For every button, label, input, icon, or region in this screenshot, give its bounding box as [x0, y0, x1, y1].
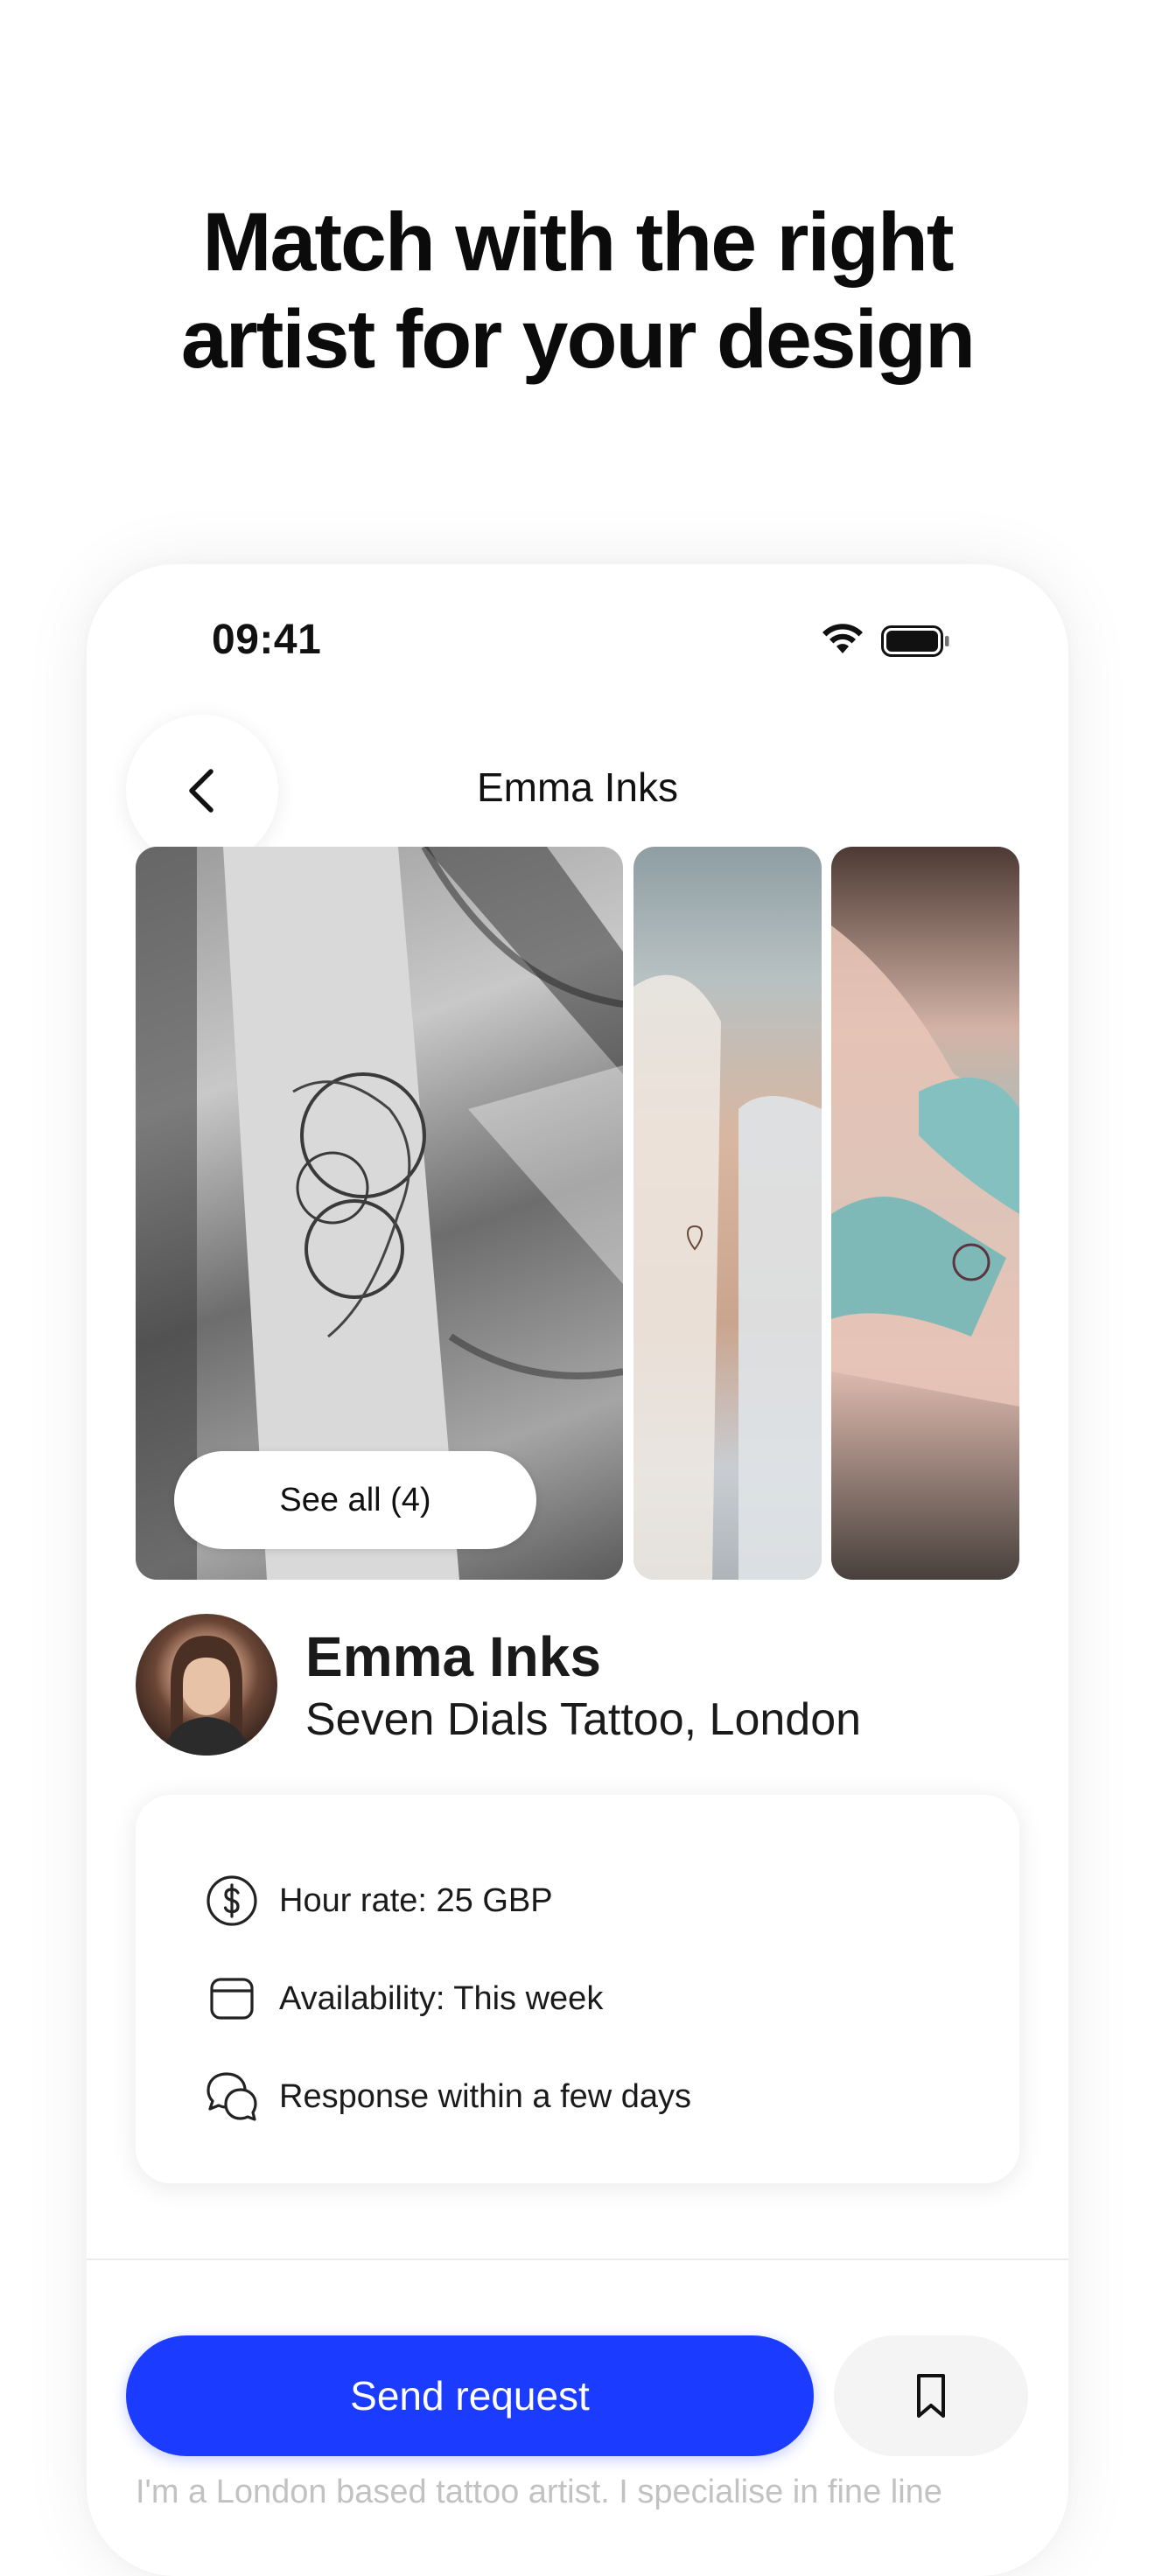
info-row-response: Response within a few days — [204, 2062, 691, 2132]
info-row-rate: Hour rate: 25 GBP — [204, 1866, 553, 1936]
divider — [87, 2258, 1068, 2260]
headline-line-1: Match with the right — [202, 196, 954, 289]
gallery-photo-2[interactable] — [634, 847, 822, 1580]
status-time: 09:41 — [212, 617, 322, 663]
headline-line-2: artist for your design — [180, 293, 976, 386]
info-availability-text: Availability: This week — [279, 1979, 604, 2017]
info-card: Hour rate: 25 GBP Availability: This wee… — [136, 1795, 1019, 2183]
info-row-availability: Availability: This week — [204, 1964, 603, 2034]
gallery-photo-3[interactable] — [831, 847, 1019, 1580]
avatar — [136, 1614, 277, 1756]
headline: Match with the right artist for your des… — [0, 194, 1155, 388]
dollar-circle-icon — [206, 1875, 257, 1926]
artist-studio: Seven Dials Tattoo, London — [305, 1694, 862, 1745]
phone-frame: 09:41 Emma Inks See all (4) Emma Inks Se… — [87, 564, 1068, 2576]
wifi-icon — [822, 624, 863, 653]
nav-title: Emma Inks — [476, 764, 679, 810]
bookmark-button[interactable] — [834, 2335, 1028, 2456]
info-rate-text: Hour rate: 25 GBP — [279, 1881, 553, 1919]
send-request-button[interactable]: Send request — [126, 2335, 814, 2456]
info-response-text: Response within a few days — [279, 2077, 692, 2115]
battery-icon — [881, 625, 949, 657]
see-all-button[interactable]: See all (4) — [174, 1451, 536, 1549]
calendar-icon — [210, 1978, 254, 2020]
bookmark-icon — [917, 2374, 945, 2418]
tattoo-photo — [634, 974, 822, 1580]
tattoo-photo — [831, 925, 1019, 1407]
chat-bubbles-icon — [206, 2072, 257, 2121]
artist-name: Emma Inks — [305, 1625, 601, 1688]
bio-text: I'm a London based tattoo artist. I spec… — [136, 2474, 942, 2510]
